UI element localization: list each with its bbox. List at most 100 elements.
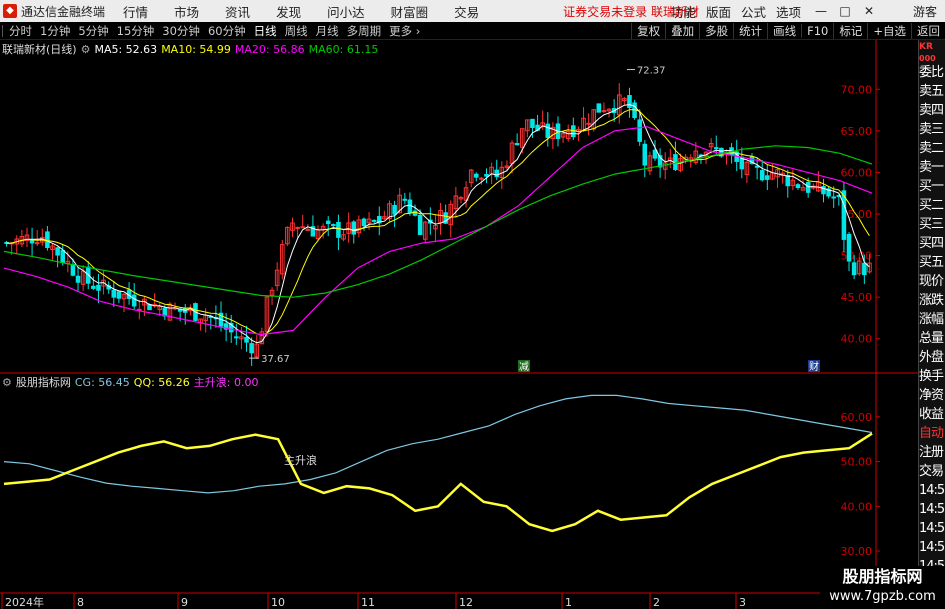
high-price-label: 72.37 <box>637 66 666 77</box>
tool-mark[interactable]: 标记 <box>833 23 867 39</box>
quote-item[interactable]: 委比 <box>919 63 945 82</box>
candle-down <box>596 103 602 113</box>
menu-market[interactable]: 市场 <box>174 2 199 21</box>
quote-item[interactable]: 收益 <box>919 405 945 424</box>
time-tick-label: 3 <box>739 596 746 609</box>
maximize-icon[interactable]: □ <box>835 4 855 18</box>
watermark: 股朋指标网 www.7gpzb.com <box>820 566 945 609</box>
menu-formula[interactable]: 公式 <box>741 2 766 21</box>
tool-adjust[interactable]: 复权 <box>631 23 665 39</box>
sub-y-tick-label: 60.00 <box>841 411 873 424</box>
period-30min[interactable]: 30分钟 <box>162 23 200 39</box>
minimize-icon[interactable]: — <box>811 4 831 18</box>
quote-item[interactable]: 外盘 <box>919 348 945 367</box>
settings-gear-icon[interactable]: ⚙ <box>81 43 91 56</box>
y-tick-label: 60.00 <box>841 166 873 179</box>
quote-item[interactable]: 换手 <box>919 367 945 386</box>
period-intraday[interactable]: 分时 <box>9 23 32 39</box>
period-weekly[interactable]: 周线 <box>285 23 308 39</box>
y-tick-label: 40.00 <box>841 333 873 346</box>
candle-down <box>244 337 249 343</box>
candle-down <box>70 263 76 276</box>
period-more[interactable]: 更多 › <box>389 23 420 39</box>
quote-item[interactable]: 总量 <box>919 329 945 348</box>
quote-item[interactable]: 涨跌 <box>919 291 945 310</box>
candle-down <box>831 196 836 199</box>
menu-trade[interactable]: 交易 <box>454 2 479 21</box>
quote-item[interactable]: 涨幅 <box>919 310 945 329</box>
qq-label: QQ: 56.26 <box>133 375 190 389</box>
menu-ask[interactable]: 问小达 <box>327 2 365 21</box>
candle-down <box>249 343 254 354</box>
quote-item[interactable]: 交易 <box>919 462 945 481</box>
quote-item[interactable]: 买二 <box>919 196 945 215</box>
tool-f10[interactable]: F10 <box>801 24 833 38</box>
quote-item[interactable]: 14:56 <box>919 500 945 519</box>
period-60min[interactable]: 60分钟 <box>208 23 246 39</box>
candle-down <box>474 173 479 178</box>
quote-item[interactable]: 净资 <box>919 386 945 405</box>
period-5min[interactable]: 5分钟 <box>78 23 108 39</box>
candle-down <box>805 181 811 193</box>
tool-draw[interactable]: 画线 <box>767 23 801 39</box>
period-1min[interactable]: 1分钟 <box>40 23 70 39</box>
quote-item[interactable]: 卖四 <box>919 101 945 120</box>
tool-overlay[interactable]: 叠加 <box>665 23 699 39</box>
sub-settings-gear-icon[interactable]: ⚙ <box>2 376 12 389</box>
quote-item[interactable]: 14:56 <box>919 481 945 500</box>
quote-item[interactable]: 现价 <box>919 272 945 291</box>
menu-quotes[interactable]: 行情 <box>123 2 148 21</box>
kline-chart[interactable]: 70.0065.0060.0055.0050.0045.0040.0060.00… <box>0 40 918 609</box>
indicator-name-label: 股朋指标网 <box>15 376 71 389</box>
menu-options[interactable]: 选项 <box>776 2 801 21</box>
quote-item[interactable]: 买三 <box>919 215 945 234</box>
candle-down <box>96 284 101 291</box>
menu-discover[interactable]: 发现 <box>276 2 301 21</box>
quote-item[interactable]: 卖一 <box>919 158 945 177</box>
candle-down <box>234 336 239 339</box>
candle-down <box>637 119 642 142</box>
menu-function[interactable]: 功能 <box>671 2 696 21</box>
period-daily[interactable]: 日线 <box>254 23 277 39</box>
menu-layout[interactable]: 版面 <box>706 2 731 21</box>
menu-wealth[interactable]: 财富圈 <box>391 2 429 21</box>
time-tick-label: 11 <box>361 596 375 609</box>
candles-group <box>4 83 872 366</box>
main-legend: 联瑞新材(日线) ⚙ MA5: 52.63 MA10: 54.99 MA20: … <box>2 42 382 57</box>
quote-item[interactable]: 卖二 <box>919 139 945 158</box>
candle-down <box>361 218 367 227</box>
stock-name-label: 联瑞新材(日线) <box>2 43 77 56</box>
quote-item[interactable]: 买五 <box>919 253 945 272</box>
period-multi[interactable]: 多周期 <box>347 23 382 39</box>
candle-down <box>75 275 81 283</box>
period-15min[interactable]: 15分钟 <box>117 23 155 39</box>
app-title: 通达信金融终端 <box>21 4 106 19</box>
watermark-url: www.7gpzb.com <box>829 589 936 604</box>
quote-item[interactable]: 14:56 <box>919 519 945 538</box>
quote-item[interactable]: 自动 <box>919 424 945 443</box>
ma20-label: MA20: 56.86 <box>234 42 305 56</box>
menu-news[interactable]: 资讯 <box>225 2 250 21</box>
candle-up <box>586 122 591 125</box>
ma5-line <box>6 104 870 344</box>
quote-item[interactable]: 卖五 <box>919 82 945 101</box>
quote-item[interactable]: 卖三 <box>919 120 945 139</box>
candle-down <box>545 123 551 138</box>
quote-item[interactable]: 注册 <box>919 443 945 462</box>
close-icon[interactable]: ✕ <box>859 4 879 18</box>
period-toolbar: 分时 1分钟 5分钟 15分钟 30分钟 60分钟 日线 周线 月线 多周期 更… <box>0 22 945 40</box>
sub-y-tick-label: 30.00 <box>841 545 873 558</box>
period-monthly[interactable]: 月线 <box>316 23 339 39</box>
tool-multi-stock[interactable]: 多股 <box>699 23 733 39</box>
guest-label[interactable]: 游客 <box>913 3 937 20</box>
tool-stats[interactable]: 统计 <box>733 23 767 39</box>
candle-down <box>336 221 341 238</box>
candle-down <box>371 219 377 222</box>
quote-item[interactable]: 买一 <box>919 177 945 196</box>
tool-add-watchlist[interactable]: +自选 <box>867 23 911 39</box>
candle-down <box>325 220 331 225</box>
quote-item[interactable]: 买四 <box>919 234 945 253</box>
quote-item[interactable]: 14:56 <box>919 538 945 557</box>
cg-label: CG: 56.45 <box>74 375 130 389</box>
tool-back[interactable]: 返回 <box>911 23 945 39</box>
